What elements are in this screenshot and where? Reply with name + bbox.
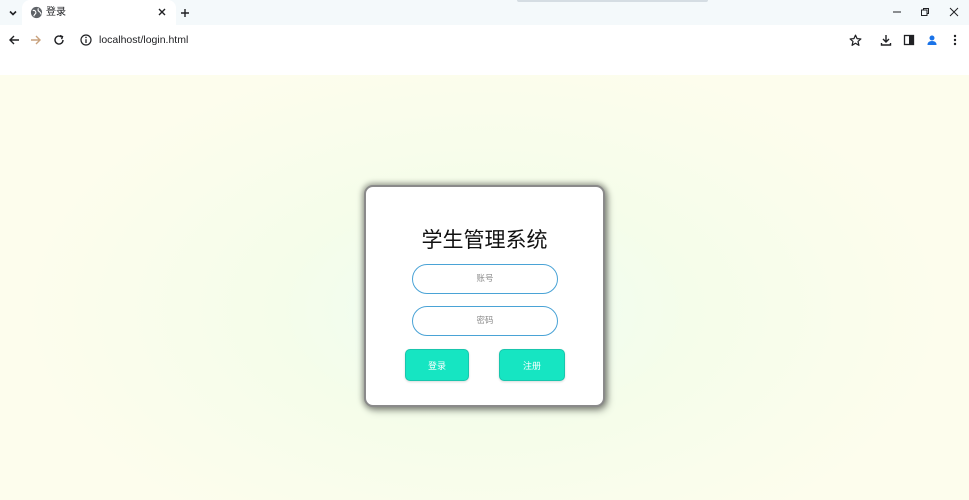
tab-close-button[interactable] [155,5,169,19]
profile-icon [927,35,937,45]
tab-strip: 登录 [0,0,969,25]
forward-button[interactable] [26,30,46,50]
back-button[interactable] [4,30,24,50]
page-title: 学生管理系统 [421,228,548,252]
username-input[interactable] [412,264,558,294]
profile-button[interactable] [922,30,942,50]
side-panel-button[interactable] [899,30,919,50]
downloads-button[interactable] [876,30,896,50]
register-button[interactable]: 注册 [499,349,565,381]
reload-icon [54,34,64,45]
minimize-icon [893,11,901,13]
restore-button[interactable] [916,3,934,21]
page-viewport: 学生管理系统 登录 注册 [0,75,969,500]
info-icon [80,34,92,46]
login-button-label: 登录 [427,361,446,372]
address-bar-url[interactable]: localhost/login.html [99,33,188,47]
back-arrow-icon [9,35,19,45]
browser-toolbar: localhost/login.html [0,25,969,75]
chevron-down-icon [9,10,17,16]
reload-button[interactable] [49,30,69,50]
restore-icon [921,8,929,16]
close-icon [158,8,166,16]
download-icon [880,35,892,46]
active-tab[interactable]: 登录 [22,0,176,25]
tab-title: 登录 [46,7,66,18]
minimize-button[interactable] [888,3,906,21]
login-card: 学生管理系统 登录 注册 [364,185,605,407]
forward-arrow-icon [31,35,41,45]
new-tab-button[interactable] [177,5,192,20]
bookmark-button[interactable] [845,30,865,50]
tab-search-button[interactable] [4,4,22,22]
star-icon [849,34,861,46]
site-info-button[interactable] [76,30,96,50]
browser-menu-button[interactable] [945,30,965,50]
window-close-button[interactable] [945,3,963,21]
password-input[interactable] [412,306,558,336]
side-panel-icon [903,34,915,46]
plus-icon [180,8,189,17]
window-drag-handle[interactable] [517,0,708,2]
menu-icon [953,34,957,46]
login-button[interactable]: 登录 [405,349,469,381]
globe-icon [30,6,43,19]
close-icon [949,7,959,17]
register-button-label: 注册 [522,361,541,372]
